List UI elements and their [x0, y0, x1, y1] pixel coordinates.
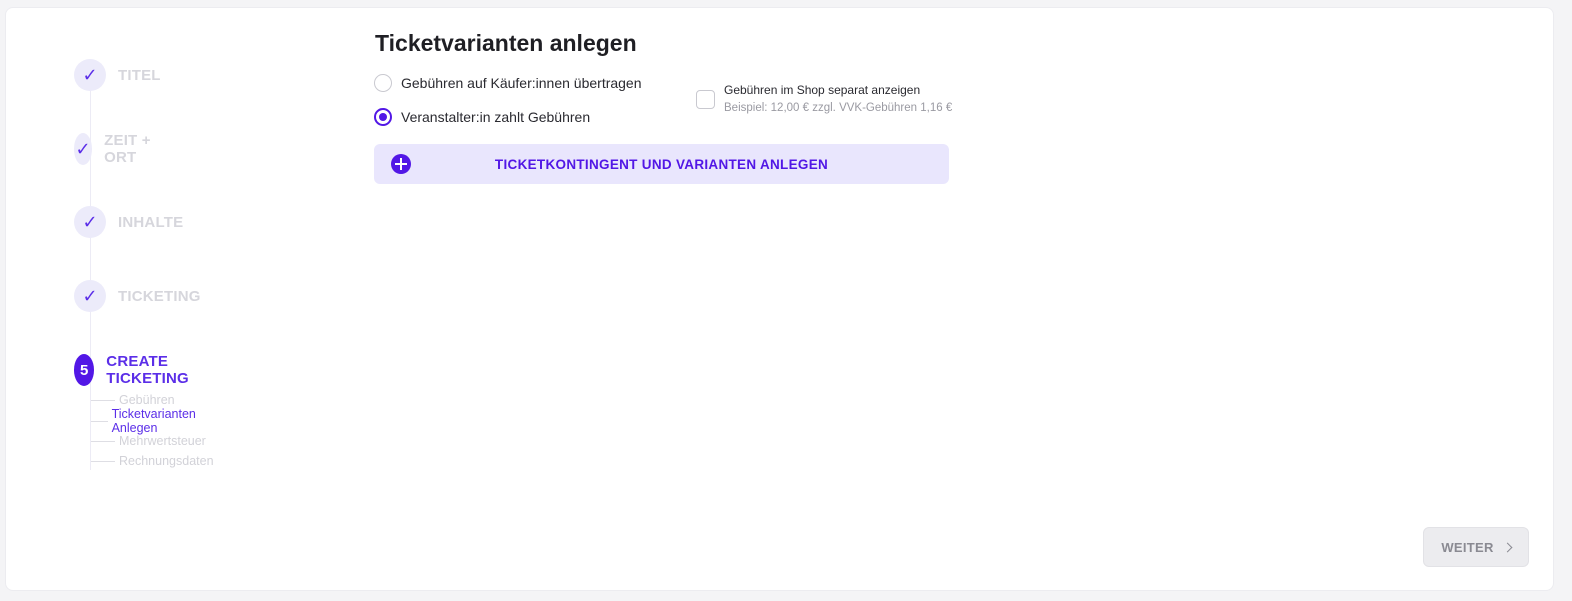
step-inhalte[interactable]: ✓ INHALTE — [74, 206, 183, 238]
show-fees-checkbox[interactable] — [696, 90, 715, 109]
substep-label: Rechnungsdaten — [119, 454, 214, 468]
add-button-label: TICKETKONTINGENT UND VARIANTEN ANLEGEN — [494, 156, 829, 172]
substep-rechnungsdaten[interactable]: Rechnungsdaten — [91, 453, 214, 469]
plus-circle-icon — [391, 154, 411, 174]
fee-option-buyer[interactable]: Gebühren auf Käufer:innen übertragen — [374, 74, 642, 92]
substep-mehrwertsteuer[interactable]: Mehrwertsteuer — [91, 433, 206, 449]
radio-button[interactable] — [374, 74, 392, 92]
radio-label: Gebühren auf Käufer:innen übertragen — [401, 75, 642, 91]
step-label: TITEL — [118, 66, 161, 84]
check-icon: ✓ — [74, 206, 106, 238]
next-button-label: WEITER — [1441, 539, 1494, 555]
fee-option-organizer[interactable]: Veranstalter:in zahlt Gebühren — [374, 108, 590, 126]
radio-label: Veranstalter:in zahlt Gebühren — [401, 109, 591, 125]
check-icon: ✓ — [74, 280, 106, 312]
substep-gebuehren[interactable]: Gebühren — [91, 392, 175, 408]
step-ticketing[interactable]: ✓ TICKETING — [74, 280, 201, 312]
step-label: TICKETING — [118, 287, 201, 305]
radio-button[interactable] — [374, 108, 392, 126]
substep-label: Mehrwertsteuer — [119, 434, 206, 448]
chevron-right-icon — [1502, 542, 1513, 552]
check-icon: ✓ — [74, 59, 106, 91]
substep-connector — [91, 460, 115, 462]
substep-connector — [91, 440, 115, 442]
substep-connector — [91, 420, 108, 422]
substep-label: Ticketvarianten Anlegen — [111, 407, 196, 435]
substep-label: Gebühren — [119, 393, 175, 407]
step-label: INHALTE — [118, 213, 184, 231]
check-icon: ✓ — [74, 133, 93, 165]
show-fees-option[interactable]: Gebühren im Shop separat anzeigen Beispi… — [696, 81, 952, 118]
add-ticket-variant-button[interactable]: TICKETKONTINGENT UND VARIANTEN ANLEGEN — [374, 144, 949, 184]
page-title: Ticketvarianten anlegen — [375, 30, 637, 56]
substep-connector — [91, 399, 115, 401]
step-titel[interactable]: ✓ TITEL — [74, 59, 161, 91]
step-label: CREATE TICKETING — [106, 353, 189, 387]
checkbox-hint: Beispiel: 12,00 € zzgl. VVK-Gebühren 1,1… — [724, 102, 953, 114]
substep-ticketvarianten[interactable]: Ticketvarianten Anlegen — [91, 407, 203, 435]
checkbox-label: Gebühren im Shop separat anzeigen — [724, 83, 921, 97]
step-label: ZEIT + ORT — [104, 132, 151, 166]
step-create-ticketing[interactable]: 5 CREATE TICKETING — [74, 353, 201, 387]
next-button[interactable]: WEITER — [1423, 527, 1529, 567]
step-number: 5 — [74, 354, 95, 386]
show-fees-text: Gebühren im Shop separat anzeigen Beispi… — [724, 81, 952, 118]
wizard-card: ✓ TITEL ✓ ZEIT + ORT ✓ INHALTE ✓ TICKETI… — [5, 7, 1554, 591]
step-zeit-ort[interactable]: ✓ ZEIT + ORT — [74, 132, 151, 166]
